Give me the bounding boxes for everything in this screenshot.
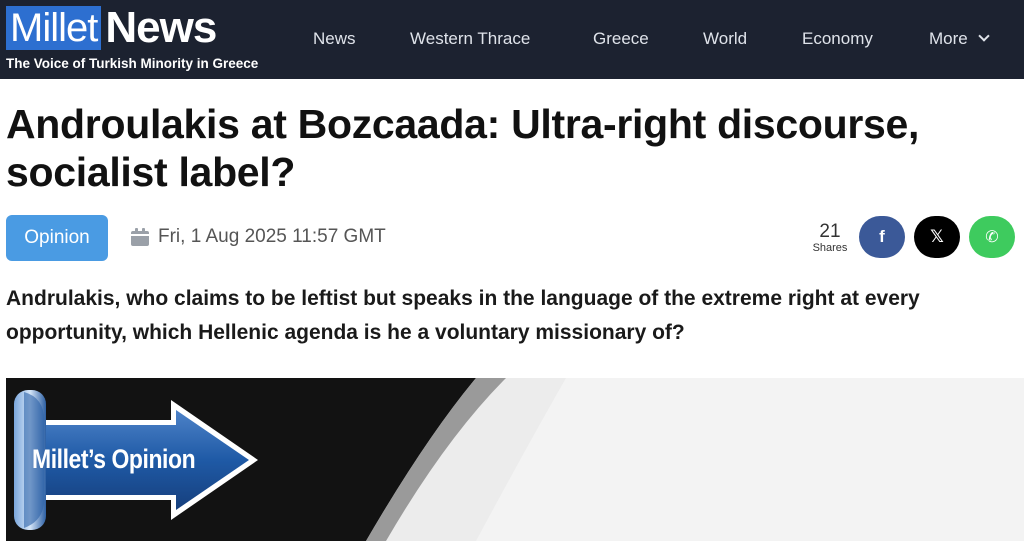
nav-item-economy[interactable]: Economy (802, 29, 873, 49)
site-logo[interactable]: Millet News The Voice of Turkish Minorit… (6, 6, 258, 71)
facebook-share-button[interactable]: f (859, 216, 905, 258)
nav-item-greece[interactable]: Greece (593, 29, 649, 49)
calendar-icon (130, 227, 150, 247)
site-tagline: The Voice of Turkish Minority in Greece (6, 56, 259, 71)
nav-item-more[interactable]: More (929, 29, 990, 49)
share-count-label: Shares (812, 242, 848, 254)
facebook-icon: f (879, 227, 885, 246)
whatsapp-share-button[interactable]: ✆ (969, 216, 1015, 258)
nav-more-label: More (929, 29, 968, 48)
x-share-button[interactable]: 𝕏 (914, 216, 960, 258)
logo-wordmark: Millet News (6, 6, 258, 50)
nav-item-news[interactable]: News (313, 29, 356, 49)
article-title: Androulakis at Bozcaada: Ultra-right dis… (6, 101, 920, 195)
category-badge[interactable]: Opinion (6, 215, 108, 261)
nav-item-western-thrace[interactable]: Western Thrace (410, 29, 530, 49)
hero-banner-text: Millet’s Opinion (32, 444, 196, 474)
share-count: 21 Shares (810, 221, 850, 255)
chevron-down-icon (978, 30, 990, 42)
whatsapp-icon: ✆ (985, 229, 999, 246)
date-text: Fri, 1 Aug 2025 11:57 GMT (158, 226, 386, 247)
nav-item-world[interactable]: World (703, 29, 747, 49)
logo-millet: Millet (6, 6, 102, 50)
site-header: Millet News The Voice of Turkish Minorit… (0, 0, 1024, 79)
article-lead: Andrulakis, who claims to be leftist but… (6, 287, 920, 344)
x-icon: 𝕏 (930, 227, 944, 246)
share-count-number: 21 (819, 221, 841, 242)
article-hero-image: Millet’s Opinion (6, 378, 1024, 541)
article-date: Fri, 1 Aug 2025 11:57 GMT (130, 226, 386, 248)
logo-news: News (105, 3, 217, 52)
